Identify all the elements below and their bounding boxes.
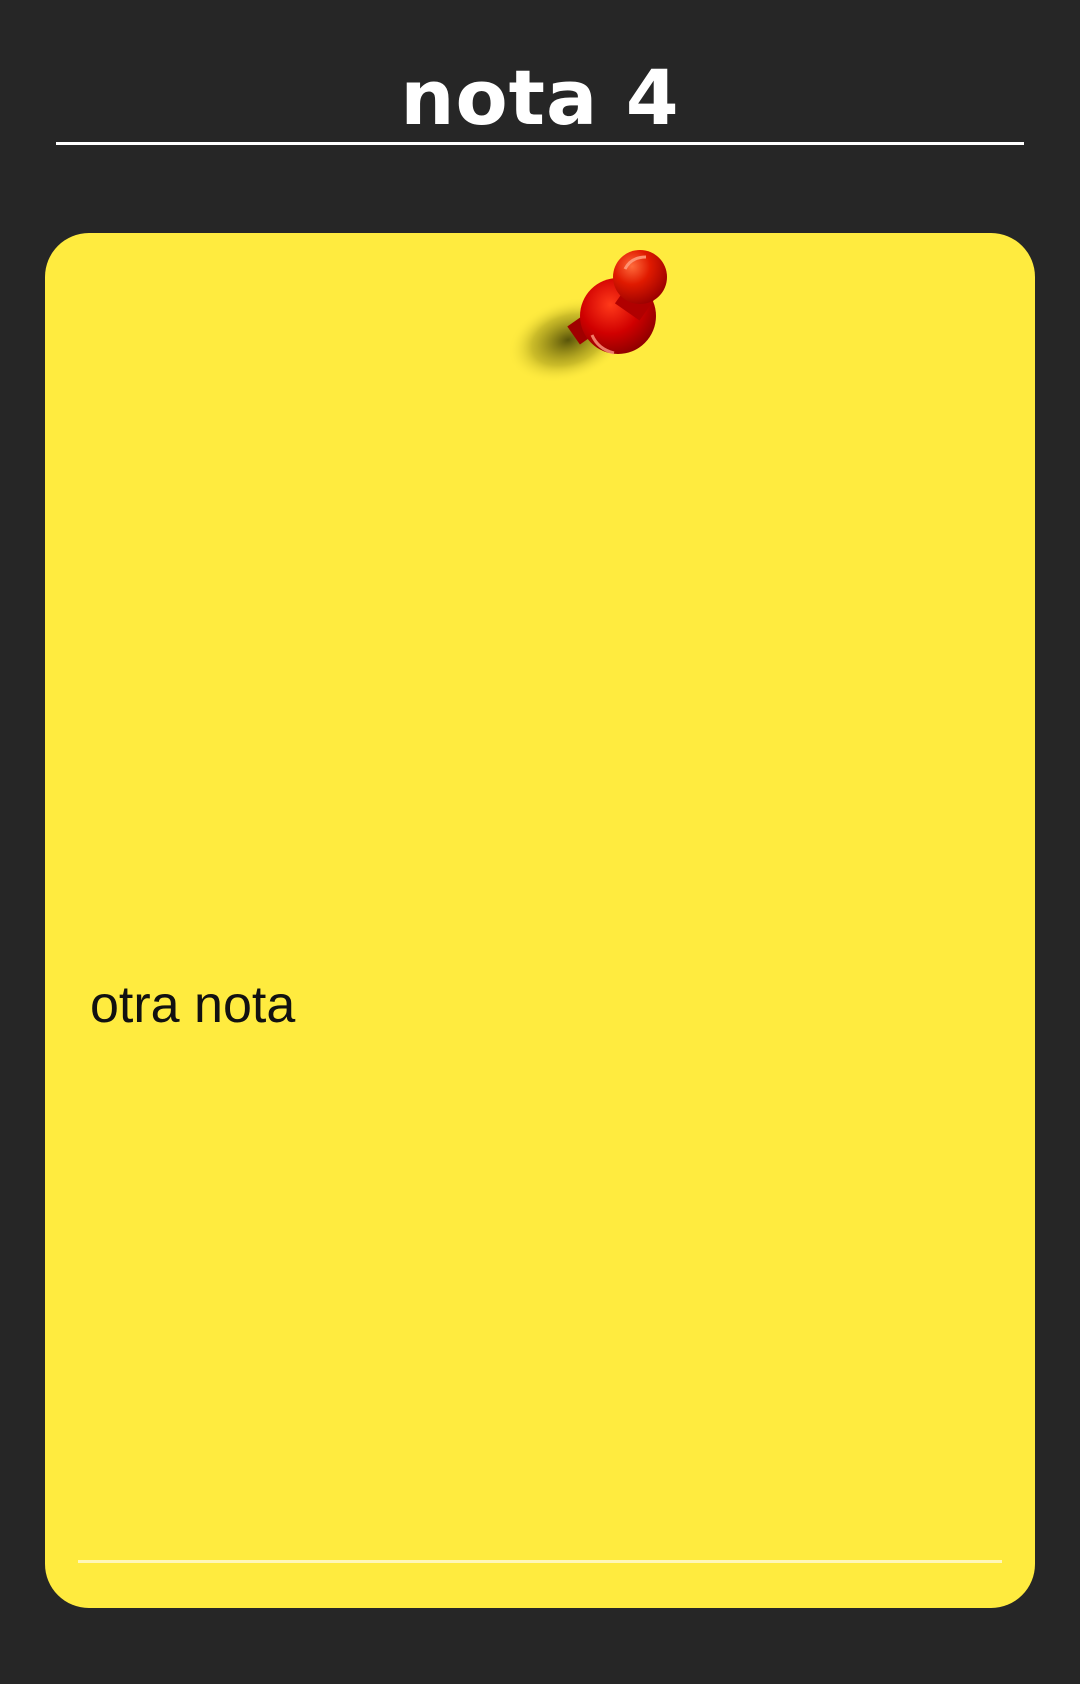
note-body-text[interactable]: otra nota xyxy=(90,973,990,1037)
note-bottom-divider xyxy=(78,1560,1002,1563)
sticky-note-card[interactable]: otra nota xyxy=(45,233,1035,1608)
title-underline xyxy=(56,142,1024,145)
page-title: nota 4 xyxy=(400,53,680,142)
pushpin-icon xyxy=(500,245,690,395)
